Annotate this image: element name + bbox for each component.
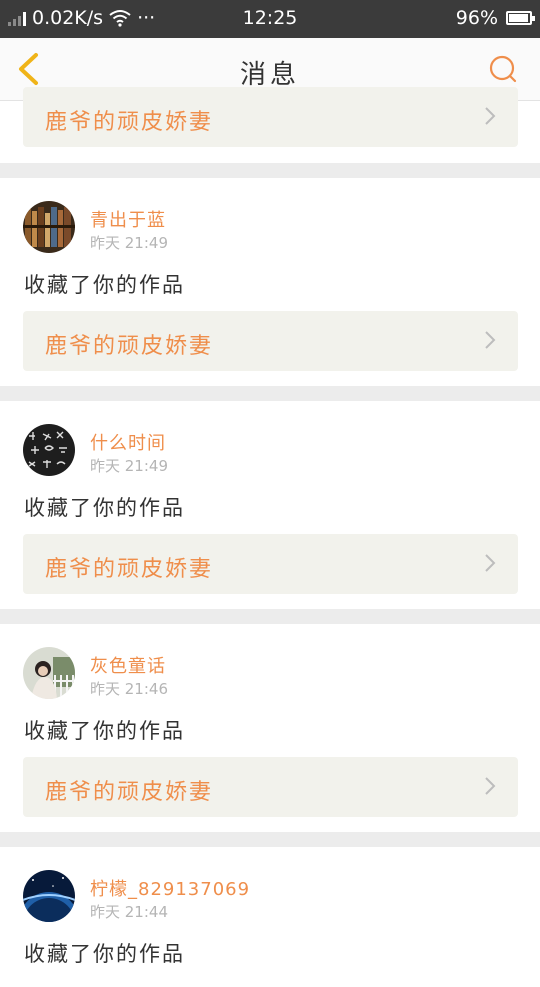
- message-time: 昨天 21:46: [90, 680, 168, 698]
- search-icon[interactable]: [488, 54, 518, 84]
- user-name[interactable]: 灰色童话: [90, 652, 166, 678]
- notification-card: 灰色童话 昨天 21:46 收藏了你的作品 鹿爷的顽皮娇妻: [0, 624, 540, 832]
- action-text: 收藏了你的作品: [24, 273, 185, 297]
- chevron-right-icon: [485, 554, 496, 572]
- message-time: 昨天 21:49: [90, 457, 168, 475]
- chevron-right-icon: [485, 777, 496, 795]
- notification-card: 什么时间 昨天 21:49 收藏了你的作品 鹿爷的顽皮娇妻: [0, 401, 540, 609]
- user-avatar[interactable]: [23, 424, 75, 476]
- user-avatar[interactable]: [23, 870, 75, 922]
- message-list: 鹿爷的顽皮娇妻 青出于蓝 昨天 21:49 收藏了你的作品 鹿爷的顽皮娇妻 什么…: [0, 87, 540, 987]
- work-link[interactable]: 鹿爷的顽皮娇妻: [23, 534, 518, 594]
- battery-icon: [506, 11, 535, 25]
- battery-percent: 96%: [455, 7, 498, 29]
- notification-card: 青出于蓝 昨天 21:49 收藏了你的作品 鹿爷的顽皮娇妻: [0, 178, 540, 386]
- action-text: 收藏了你的作品: [24, 942, 185, 966]
- work-link[interactable]: 鹿爷的顽皮娇妻: [23, 757, 518, 817]
- notification-card: 鹿爷的顽皮娇妻: [0, 87, 540, 163]
- chevron-right-icon: [485, 107, 496, 125]
- page-title: 消息: [239, 60, 300, 90]
- action-text: 收藏了你的作品: [24, 496, 185, 520]
- user-avatar[interactable]: [23, 201, 75, 253]
- work-title: 鹿爷的顽皮娇妻: [45, 110, 214, 135]
- message-time: 昨天 21:49: [90, 234, 168, 252]
- notification-card: 柠檬_829137069 昨天 21:44 收藏了你的作品: [0, 847, 540, 987]
- user-avatar[interactable]: [23, 647, 75, 699]
- status-right: 96%: [455, 7, 535, 29]
- work-link[interactable]: 鹿爷的顽皮娇妻: [23, 311, 518, 371]
- battery-fill: [509, 14, 528, 22]
- action-text: 收藏了你的作品: [24, 719, 185, 743]
- work-title: 鹿爷的顽皮娇妻: [45, 557, 214, 582]
- message-time: 昨天 21:44: [90, 903, 168, 921]
- user-name[interactable]: 青出于蓝: [90, 206, 166, 232]
- status-bar: 0.02K/s ··· 12:25 96%: [0, 0, 540, 38]
- work-title: 鹿爷的顽皮娇妻: [45, 334, 214, 359]
- chevron-right-icon: [485, 331, 496, 349]
- work-link[interactable]: 鹿爷的顽皮娇妻: [23, 87, 518, 147]
- work-title: 鹿爷的顽皮娇妻: [45, 780, 214, 805]
- user-name[interactable]: 柠檬_829137069: [90, 875, 250, 901]
- user-name[interactable]: 什么时间: [90, 429, 166, 455]
